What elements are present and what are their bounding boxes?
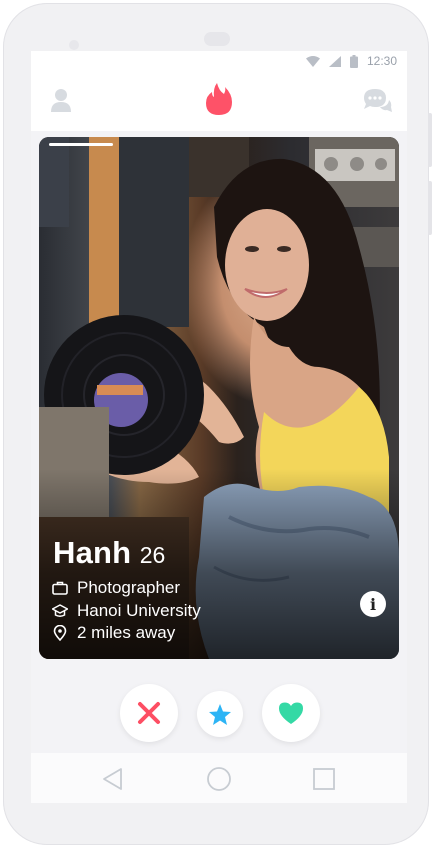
detail-school: Hanoi University — [52, 601, 201, 621]
discover-button[interactable] — [205, 82, 233, 116]
profile-icon — [51, 89, 71, 112]
power-button — [428, 181, 432, 235]
system-nav-bar — [31, 753, 407, 803]
detail-distance: 2 miles away — [52, 623, 175, 643]
status-bar: 12:30 — [31, 51, 407, 73]
app-bar — [31, 73, 407, 131]
like-button[interactable] — [262, 684, 320, 742]
messages-button[interactable] — [361, 85, 393, 115]
phone-frame: 12:30 Hanh 26 Photographer Hanoi Univers… — [3, 3, 432, 845]
detail-job: Photographer — [52, 578, 180, 598]
profile-name-row: Hanh 26 — [53, 535, 165, 571]
action-bar — [31, 681, 407, 743]
signal-icon — [328, 55, 341, 67]
home-icon[interactable] — [206, 766, 232, 792]
recents-icon[interactable] — [312, 767, 336, 791]
battery-icon — [349, 54, 358, 68]
screen: 12:30 Hanh 26 Photographer Hanoi Univers… — [31, 51, 407, 803]
flame-logo-icon — [206, 83, 232, 115]
status-time: 12:30 — [366, 54, 397, 68]
graduation-cap-icon — [52, 604, 68, 617]
profile-card[interactable]: Hanh 26 Photographer Hanoi University 2 … — [39, 137, 399, 659]
wifi-icon — [305, 55, 320, 67]
messages-icon — [364, 89, 392, 112]
info-icon: i — [369, 594, 377, 614]
detail-school-text: Hanoi University — [77, 601, 201, 620]
photo-progress-bar — [49, 143, 113, 146]
profile-name: Hanh — [53, 535, 132, 570]
star-icon — [209, 703, 231, 725]
detail-job-text: Photographer — [77, 578, 181, 597]
location-pin-icon — [53, 625, 67, 641]
earpiece — [204, 32, 230, 46]
nope-button[interactable] — [120, 684, 178, 742]
profile-age: 26 — [139, 542, 166, 568]
profile-button[interactable] — [48, 86, 74, 114]
super-like-button[interactable] — [197, 691, 243, 737]
volume-button — [428, 113, 432, 167]
detail-distance-text: 2 miles away — [77, 623, 176, 642]
briefcase-icon — [52, 581, 68, 595]
heart-icon — [279, 702, 303, 724]
info-button[interactable]: i — [360, 591, 386, 617]
close-icon — [138, 702, 160, 724]
back-icon[interactable] — [101, 767, 125, 791]
front-camera — [69, 40, 79, 50]
